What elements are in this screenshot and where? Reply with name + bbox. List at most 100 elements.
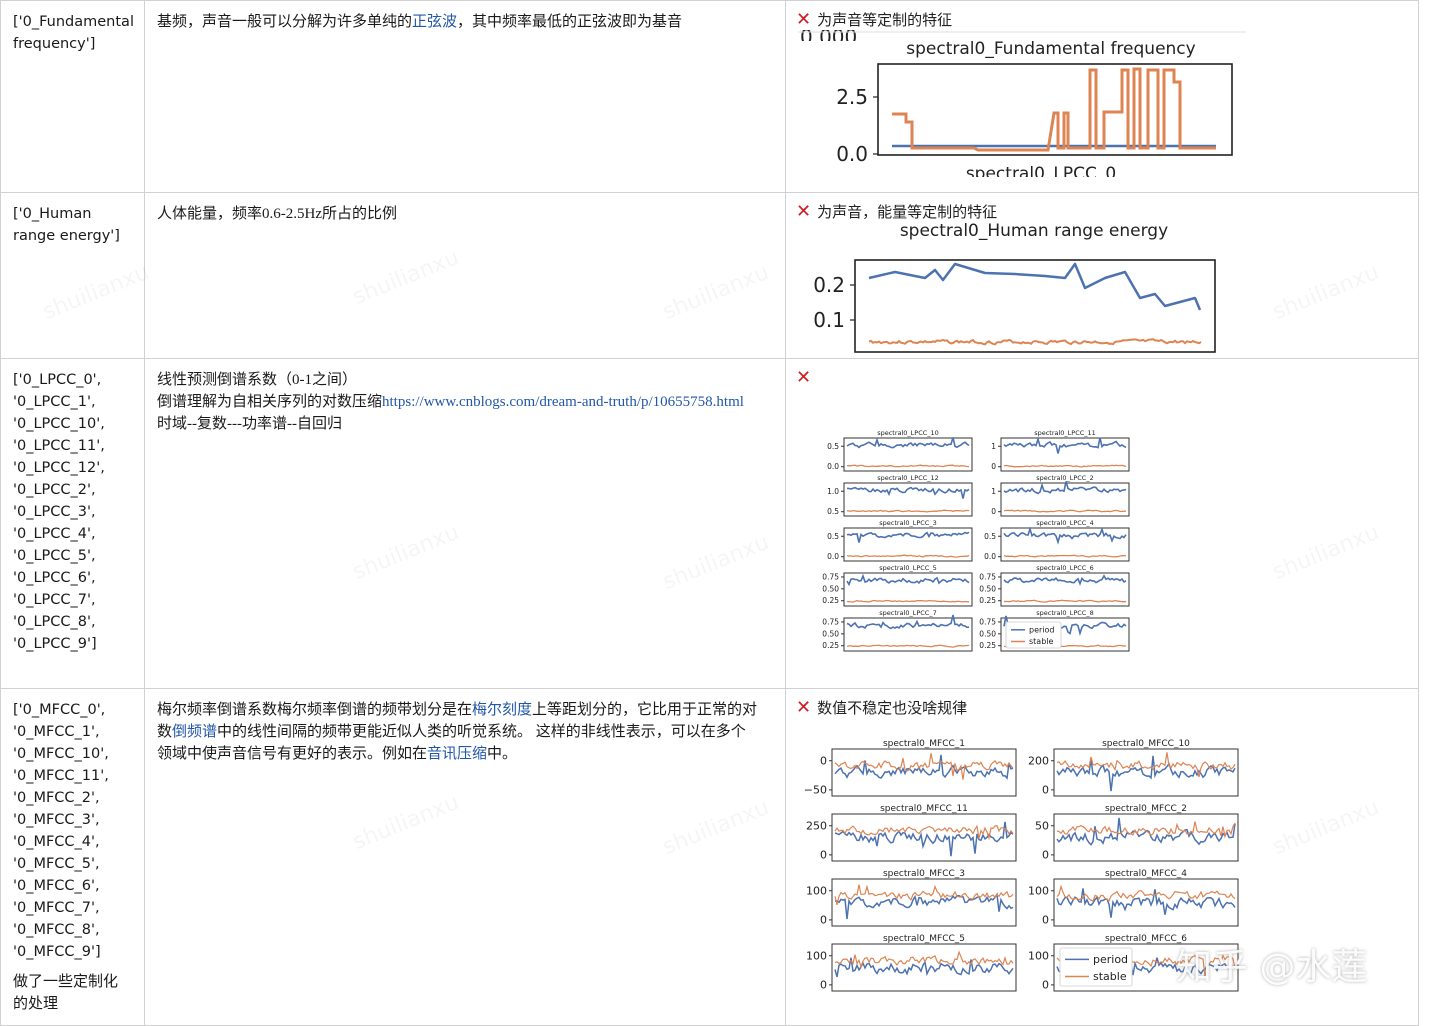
- y-tick-label: 0.75: [822, 572, 839, 581]
- subplot-title: spectral0_LPCC_12: [877, 474, 939, 482]
- y-tick-label: 0: [820, 754, 827, 767]
- y-tick-label: 0.0: [836, 142, 868, 166]
- feature-name-line: '0_LPCC_1',: [13, 394, 96, 410]
- subplot-title: spectral0_LPCC_5: [879, 564, 936, 572]
- y-tick-label: 0.75: [822, 617, 839, 626]
- y-tick-label: 200: [1028, 754, 1049, 767]
- feature-name-line: '0_LPCC_3',: [13, 504, 96, 520]
- description-text: 上等距划分的，它比用于正常的对: [532, 702, 758, 718]
- table-row: ['0_Fundamental frequency'] 基频，声音一般可以分解为…: [0, 0, 1419, 193]
- y-tick-label: 0.0: [827, 462, 839, 471]
- series-line-blue: [868, 262, 1202, 311]
- subplot-title: spectral0_MFCC_11: [880, 804, 968, 814]
- legend-label: stable: [1093, 970, 1127, 983]
- cross-icon: ✕: [796, 367, 812, 388]
- subplot-title: spectral0_MFCC_10: [1102, 739, 1190, 749]
- y-tick-label: 1: [991, 487, 996, 496]
- y-tick-label: 0: [1042, 914, 1049, 927]
- y-tick-label: 0.1: [813, 308, 845, 332]
- series-line-orange: [892, 67, 1216, 152]
- y-tick-label: 1: [991, 442, 996, 451]
- feature-name-line: '0_MFCC_1',: [13, 724, 100, 740]
- cnblogs-link[interactable]: https://www.cnblogs.com/dream-and-truth/…: [382, 394, 744, 410]
- y-tick-label: 0.50: [822, 629, 839, 638]
- y-tick-label: 0: [1042, 979, 1049, 992]
- cepstrum-link[interactable]: 倒频谱: [172, 724, 217, 740]
- audio-compression-link[interactable]: 音讯压缩: [427, 746, 487, 762]
- description-cell: 基频，声音一般可以分解为许多单纯的正弦波，其中频率最低的正弦波即为基音: [144, 0, 786, 193]
- subplot-title: spectral0_LPCC_2: [1036, 474, 1093, 482]
- feature-name-line: '0_MFCC_8',: [13, 922, 100, 938]
- chart-title: spectral0_Fundamental frequency: [906, 39, 1195, 59]
- y-tick-label: 0.50: [822, 584, 839, 593]
- description-line: 领域中使声音信号有更好的表示。例如在音讯压缩中。: [157, 743, 773, 765]
- feature-name-line: '0_MFCC_9']: [13, 944, 101, 960]
- feature-name-line: '0_MFCC_2',: [13, 790, 100, 806]
- y-tick-label: 0.0: [984, 552, 996, 561]
- cross-icon: ✕: [796, 697, 812, 718]
- feature-name-line: '0_LPCC_11',: [13, 438, 105, 454]
- description-text: 梅尔频率倒谱系数梅尔频率倒谱的频带划分是在: [157, 702, 473, 718]
- feature-name-cell: ['0_MFCC_0', '0_MFCC_1', '0_MFCC_10', '0_MF…: [0, 688, 145, 1026]
- feature-name-line: '0_MFCC_7',: [13, 900, 100, 916]
- feature-name-line: '0_MFCC_3',: [13, 812, 100, 828]
- verdict-text: 为声音，能量等定制的特征: [817, 205, 998, 221]
- description-cell: 人体能量，频率0.6-2.5Hz所占的比例: [144, 192, 786, 359]
- feature-name-cell: ['0_Fundamental frequency']: [0, 0, 145, 193]
- feature-name-line: ['0_LPCC_0',: [13, 372, 102, 388]
- description: 人体能量，频率0.6-2.5Hz所占的比例: [146, 194, 785, 236]
- feature-name-line: '0_LPCC_7',: [13, 592, 96, 608]
- subplot-title: spectral0_LPCC_7: [879, 609, 936, 617]
- description-text: 数: [157, 724, 173, 740]
- table-row: ['0_Human range energy'] 人体能量，频率0.6-2.5H…: [0, 192, 1419, 359]
- subplot-title: spectral0_MFCC_5: [883, 934, 965, 944]
- fundamental-frequency-chart: 0.000 spectral0_Fundamental frequency 2.5 0…: [798, 30, 1246, 180]
- feature-name-line: '0_LPCC_2',: [13, 482, 96, 498]
- description-text: 倒谱理解为自相关序列的对数压缩: [157, 394, 383, 410]
- cross-icon: ✕: [796, 9, 812, 30]
- y-tick-label: 0.50: [979, 584, 996, 593]
- subplot-title: spectral0_MFCC_3: [883, 869, 965, 879]
- subplot-frame: [831, 943, 1017, 992]
- feature-name-cell: ['0_Human range energy']: [0, 192, 145, 359]
- y-tick-label: 0.75: [979, 617, 996, 626]
- chart-cell: ✕ 为声音等定制的特征 0.000 spectral0_Fundamental fr…: [785, 0, 1419, 193]
- feature-name-line: '0_MFCC_11',: [13, 768, 109, 784]
- processing-note: 做了一些定制化的处理: [13, 974, 119, 1012]
- y-tick-label: 0: [1042, 849, 1049, 862]
- y-tick-label: 0.5: [827, 507, 839, 516]
- y-tick-label: 0.25: [822, 641, 839, 650]
- y-tick-label: 2.5: [836, 85, 868, 109]
- description-text: 中。: [487, 746, 518, 762]
- subplot-title: spectral0_LPCC_6: [1036, 564, 1093, 572]
- mel-scale-link[interactable]: 梅尔刻度: [472, 702, 532, 718]
- y-tick-label: 0.25: [822, 596, 839, 605]
- feature-name: ['0_MFCC_0', '0_MFCC_1', '0_MFCC_10', '0_MF…: [2, 690, 144, 1025]
- description: 梅尔频率倒谱系数梅尔频率倒谱的频带划分是在梅尔刻度上等距划分的，它比用于正常的对…: [146, 690, 785, 776]
- verdict-text: 为声音等定制的特征: [817, 13, 953, 29]
- description-line: 梅尔频率倒谱系数梅尔频率倒谱的频带划分是在梅尔刻度上等距划分的，它比用于正常的对: [157, 699, 773, 721]
- legend: period stable: [1005, 621, 1062, 649]
- subplot-title: spectral0_LPCC_11: [1034, 429, 1096, 437]
- subplot-title: spectral0_LPCC_3: [879, 519, 936, 527]
- legend-label: period: [1093, 953, 1128, 966]
- feature-name-line: '0_LPCC_8',: [13, 614, 96, 630]
- description-line: 线性预测倒谱系数（0-1之间）: [157, 369, 773, 391]
- subplot-title: spectral0_MFCC_6: [1105, 934, 1187, 944]
- verdict: ✕ 为声音，能量等定制的特征: [787, 194, 1418, 223]
- zhihu-watermark: 知乎 @水莲: [1176, 947, 1368, 988]
- y-tick-label: 250: [806, 819, 827, 832]
- feature-name-line: ['0_MFCC_0',: [13, 702, 106, 718]
- description-text: 中的线性间隔的频带更能近似人类的听觉系统。 这样的非线性表示，可以在多个: [217, 724, 746, 740]
- y-tick-label: 0: [820, 979, 827, 992]
- feature-name-line: '0_LPCC_4',: [13, 526, 96, 542]
- legend-label: period: [1029, 625, 1054, 634]
- y-tick-label: 1.0: [827, 487, 839, 496]
- y-tick-label: 0.5: [984, 532, 996, 541]
- y-tick-label: 50: [1035, 819, 1049, 832]
- description-line: 数倒频谱中的线性间隔的频带更能近似人类的听觉系统。 这样的非线性表示，可以在多个: [157, 721, 773, 743]
- sine-wave-link[interactable]: 正弦波: [412, 14, 457, 30]
- cut-off-subplot-title: spectral0_LPCC_0: [966, 164, 1116, 180]
- description-line: 倒谱理解为自相关序列的对数压缩https://www.cnblogs.com/d…: [157, 391, 773, 413]
- feature-name-line: '0_MFCC_6',: [13, 878, 100, 894]
